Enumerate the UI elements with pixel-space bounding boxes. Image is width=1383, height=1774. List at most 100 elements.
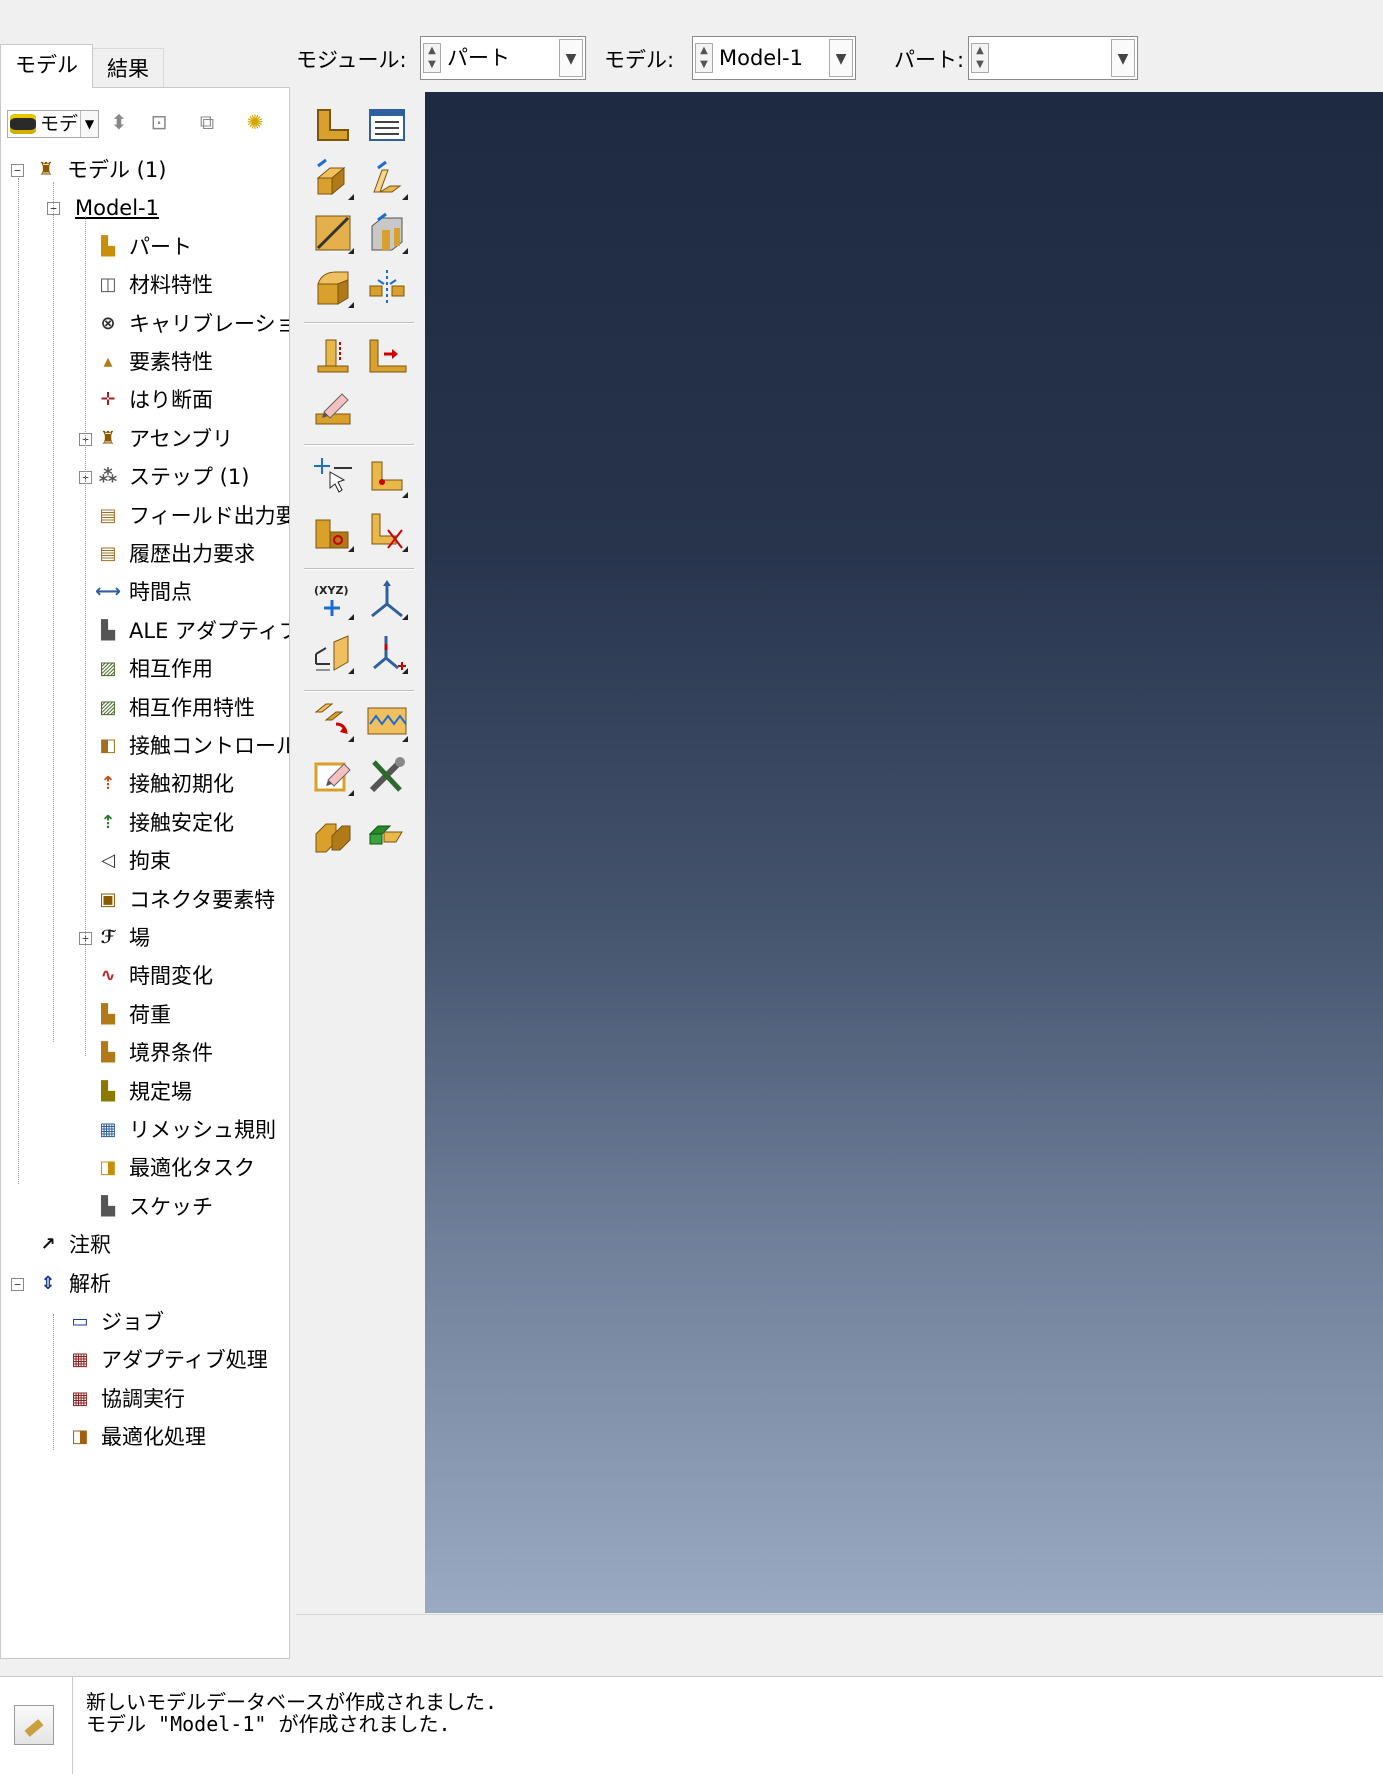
tree-node[interactable]: ⇕ 解析 [35, 1268, 111, 1300]
tree-node[interactable]: ▭ ジョブ [67, 1306, 164, 1338]
load-icon: ▙ [101, 1004, 115, 1025]
toolbox-separator [304, 444, 414, 446]
tree-node[interactable]: ▨ 相互作用 [95, 653, 213, 685]
merge-part-icon[interactable] [364, 812, 410, 858]
chevron-down-icon[interactable]: ▼ [80, 111, 98, 137]
tree-node[interactable]: ℱ場 [95, 922, 150, 954]
lightbulb-icon[interactable]: ✺ [241, 108, 269, 136]
annotation-icon: ↗ [40, 1234, 56, 1255]
tree-node[interactable]: ▙ ALE アダプティブ [95, 615, 289, 647]
feature-delete-icon[interactable] [310, 386, 356, 432]
tree-node[interactable]: ∿ 時間変化 [95, 960, 213, 992]
tree-node-label: ジョブ [101, 1310, 164, 1334]
model-database-selector[interactable]: モデ ▼ [7, 110, 99, 138]
module-toolbox: (XYZ) [296, 92, 422, 1652]
tree-filter-icon[interactable]: ⧉ [193, 108, 221, 136]
tree-node[interactable]: Model-1 [65, 192, 159, 224]
tree-node[interactable]: ✛ はり断面 [95, 384, 213, 416]
tree-node[interactable]: ⁂ ステップ (1) [95, 461, 250, 493]
feature-edit-icon[interactable] [310, 332, 356, 378]
graphics-viewport[interactable] [425, 92, 1383, 1613]
tree-node[interactable]: ▙ スケッチ [95, 1191, 213, 1223]
create-sketch-icon[interactable] [310, 698, 356, 744]
sketch-edit-icon[interactable] [364, 698, 410, 744]
tree-node[interactable]: ♜ アセンブリ [95, 423, 233, 455]
model-tree-panel: モデ ▼ ⬍ ⊡ ⧉ ✺ ♜ モデル (1) − Model-1 − ▙ パート ◫ 材料特性 ⊗… [0, 87, 290, 1659]
tree-node[interactable]: ▴ 要素特性 [95, 346, 213, 378]
create-datum-plane-icon[interactable] [310, 630, 356, 676]
create-datum-point-icon[interactable]: (XYZ) [310, 576, 356, 622]
field-icon: ℱ [100, 927, 116, 948]
create-part-icon[interactable] [310, 102, 356, 148]
collapse-icon[interactable]: − [11, 164, 24, 177]
tree-node[interactable]: ▦ リメッシュ規則 [95, 1114, 276, 1146]
tree-node-label: 接触コントロール [129, 734, 290, 758]
remove-faces-icon[interactable] [364, 508, 410, 554]
part-select[interactable]: ▲ ▼ ▼ [968, 36, 1138, 80]
tab-results[interactable]: 結果 [92, 48, 164, 88]
spin-icon[interactable]: ▲ ▼ [423, 43, 441, 73]
create-shell-icon[interactable] [364, 156, 410, 202]
tree-node-label: アダプティブ処理 [101, 1348, 268, 1372]
tree-connector-line [85, 216, 86, 1056]
create-round-icon[interactable] [310, 264, 356, 310]
create-datum-csys-icon[interactable] [364, 630, 410, 676]
message-area-icon[interactable] [14, 1705, 54, 1745]
tree-node[interactable]: ▣ コネクタ要素特 [95, 884, 275, 916]
tree-node[interactable]: ⊗ キャリブレーション [95, 308, 289, 340]
tree-node[interactable]: ▦ 協調実行 [67, 1383, 185, 1415]
assign-part-icon[interactable] [310, 812, 356, 858]
tree-node[interactable]: ◁ 拘束 [95, 845, 171, 877]
up-down-arrows-icon[interactable]: ⬍ [105, 108, 133, 136]
contact-stabilization-icon: ⇡ [100, 812, 116, 833]
model-select[interactable]: ▲ ▼ Model-1 ▼ [692, 36, 856, 80]
chevron-down-icon[interactable]: ▼ [1111, 39, 1135, 77]
tree-node[interactable]: ▦ アダプティブ処理 [67, 1344, 268, 1376]
tree-node[interactable]: ◨ 最適化処理 [67, 1421, 206, 1453]
tree-node[interactable]: ▙ 規定場 [95, 1076, 192, 1108]
collapse-icon[interactable]: − [11, 1278, 24, 1291]
tree-node-label: 拘束 [129, 849, 171, 873]
tree-node-label: 相互作用 [129, 657, 213, 681]
feature-regenerate-icon[interactable] [364, 332, 410, 378]
tools-icon[interactable] [364, 752, 410, 798]
tree-node[interactable]: ↗ 注釈 [35, 1229, 111, 1261]
tree-node[interactable]: ▤ 履歴出力要求 [95, 538, 255, 570]
tree-node[interactable]: ▨ 相互作用特性 [95, 692, 255, 724]
spin-icon[interactable]: ▲ ▼ [971, 43, 989, 73]
virtual-topology-icon[interactable] [364, 454, 410, 500]
tree-node[interactable]: ▤ フィールド出力要 [95, 500, 289, 532]
partition-icon[interactable] [364, 264, 410, 310]
chevron-down-icon[interactable]: ▼ [829, 39, 853, 77]
time-points-icon: ⟷ [95, 581, 121, 602]
part-icon: ▙ [101, 236, 115, 257]
repair-geometry-icon[interactable] [310, 508, 356, 554]
create-solid-extrude-icon[interactable] [310, 156, 356, 202]
model-tree-tabs: モデル 結果 [0, 40, 290, 88]
spin-icon[interactable]: ▲ ▼ [695, 43, 713, 73]
connector-icon: ▣ [99, 889, 117, 910]
module-select[interactable]: ▲ ▼ パート ▼ [420, 36, 586, 80]
set-edit-icon[interactable] [310, 752, 356, 798]
tree-node[interactable]: ⇡ 接触安定化 [95, 807, 234, 839]
tree-node[interactable]: ▙ 境界条件 [95, 1037, 213, 1069]
tree-node[interactable]: ⇡ 接触初期化 [95, 768, 234, 800]
tree-node[interactable]: ◧ 接触コントロール [95, 730, 290, 762]
go-to-parent-icon[interactable]: ⊡ [145, 108, 173, 136]
create-cut-icon[interactable] [364, 210, 410, 256]
toolbox-separator [304, 690, 414, 692]
interaction-property-icon: ▨ [99, 697, 117, 718]
tree-node[interactable]: ◨ 最適化タスク [95, 1152, 255, 1184]
tree-node[interactable]: ◫ 材料特性 [95, 269, 213, 301]
query-select-icon[interactable] [310, 454, 356, 500]
part-manager-icon[interactable] [364, 102, 410, 148]
tree-node[interactable]: ⟷ 時間点 [95, 576, 192, 608]
tree-node[interactable]: ▙ 荷重 [95, 999, 171, 1031]
tree-connector-line [53, 1314, 54, 1450]
create-datum-axis-icon[interactable] [364, 576, 410, 622]
create-wire-icon[interactable] [310, 210, 356, 256]
tab-model[interactable]: モデル [0, 44, 93, 88]
tree-node[interactable]: ▙ パート [95, 231, 192, 263]
tree-node-label: 解析 [69, 1272, 111, 1296]
chevron-down-icon[interactable]: ▼ [559, 39, 583, 77]
